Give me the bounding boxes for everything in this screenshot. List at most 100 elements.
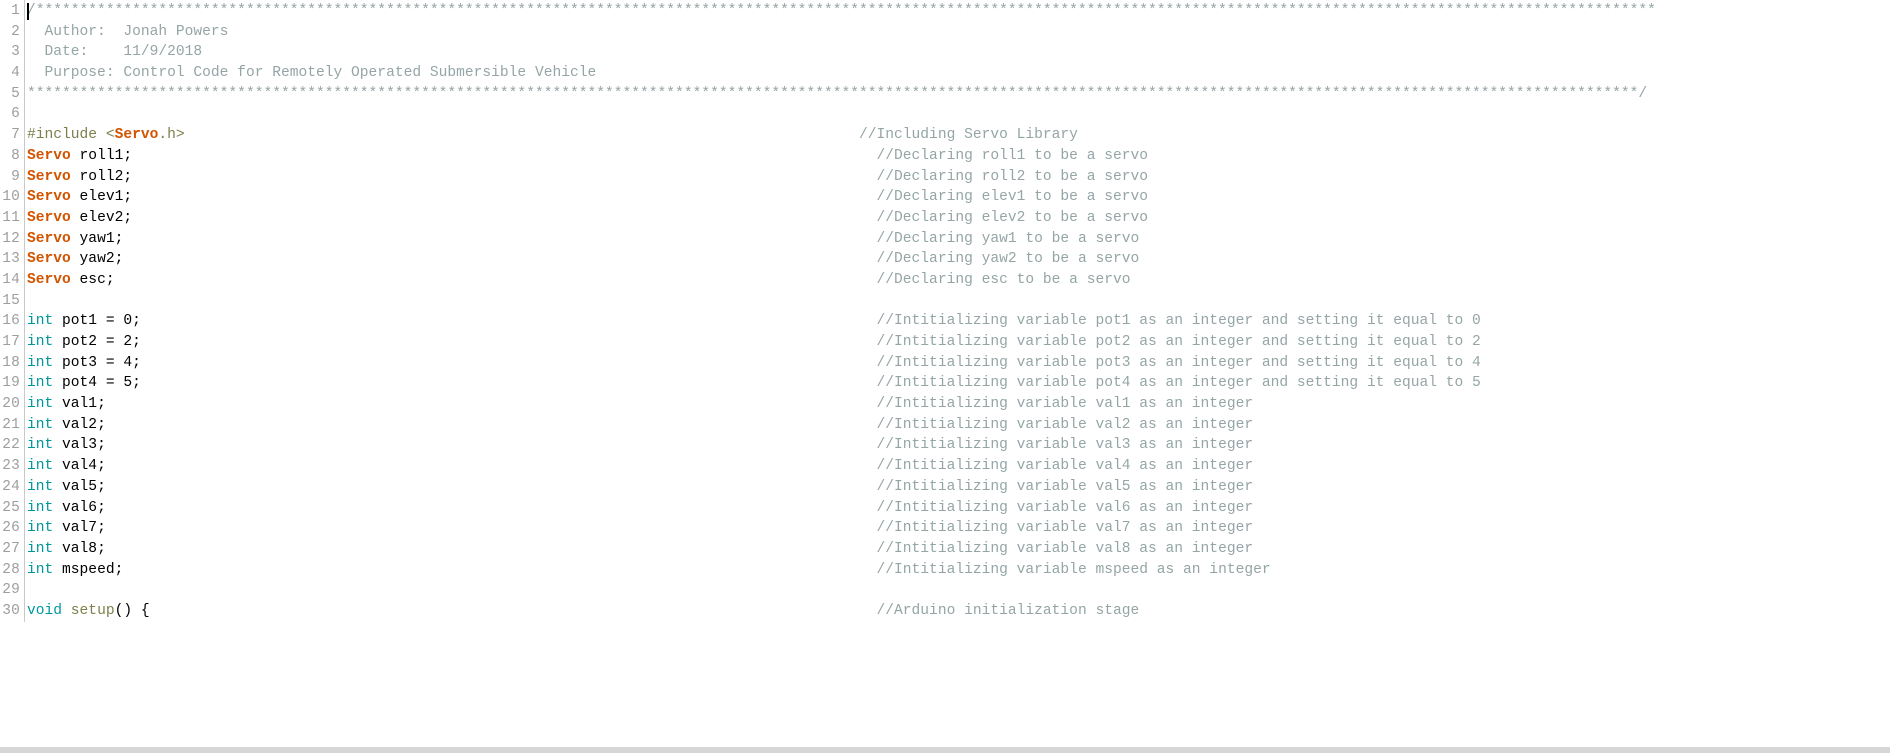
line-number: 27 <box>2 540 20 557</box>
code-line[interactable]: Date: 11/9/2018 <box>27 42 1890 63</box>
code-token-type: Servo <box>27 230 71 247</box>
code-line[interactable]: int pot2 = 2; //Intitializing variable p… <box>27 332 1890 353</box>
comment-column-spacer <box>106 437 877 453</box>
comment-column-spacer <box>106 520 877 536</box>
code-token-type: Servo <box>27 209 71 226</box>
code-line[interactable]: Servo elev1; //Declaring elev1 to be a s… <box>27 187 1890 208</box>
code-token-code-part: () { <box>114 602 150 619</box>
line-number: 25 <box>2 499 20 516</box>
inline-comment: //Intitializing variable val6 as an inte… <box>876 499 1254 516</box>
line-number: 11 <box>2 209 20 226</box>
code-token-kw: int <box>27 540 54 557</box>
code-token-type: Servo <box>27 147 71 164</box>
code-line[interactable]: int val4; //Intitializing variable val4 … <box>27 456 1890 477</box>
code-line[interactable]: Purpose: Control Code for Remotely Opera… <box>27 63 1890 84</box>
code-line[interactable]: Servo yaw2; //Declaring yaw2 to be a ser… <box>27 249 1890 270</box>
code-line[interactable] <box>27 104 1890 125</box>
code-line[interactable]: int val3; //Intitializing variable val3 … <box>27 435 1890 456</box>
code-line[interactable]: int pot1 = 0; //Intitializing variable p… <box>27 311 1890 332</box>
code-token-kw: int <box>27 396 54 413</box>
inline-comment: //Intitializing variable val4 as an inte… <box>876 458 1254 475</box>
code-token-kw: int <box>27 458 54 475</box>
code-line[interactable]: Servo elev2; //Declaring elev2 to be a s… <box>27 208 1890 229</box>
code-line[interactable] <box>27 291 1890 312</box>
code-token-code-part: esc; <box>70 271 115 288</box>
code-token-blockcmt: Purpose: Control Code for Remotely Opera… <box>27 65 597 82</box>
inline-comment: //Intitializing variable val8 as an inte… <box>876 540 1254 557</box>
inline-comment: //Intitializing variable val3 as an inte… <box>876 437 1254 454</box>
code-token-code-part: roll1; <box>70 147 133 164</box>
inline-comment: //Intitializing variable pot4 as an inte… <box>876 375 1481 392</box>
line-number: 5 <box>11 85 20 102</box>
line-number: 22 <box>2 437 20 454</box>
code-token-code-part: pot2 = 2; <box>53 334 141 350</box>
comment-column-spacer <box>132 148 876 164</box>
code-token-type: Servo <box>27 271 71 288</box>
code-line[interactable] <box>27 580 1890 601</box>
comment-column-spacer <box>185 127 859 143</box>
code-token-code-part: val5; <box>53 478 106 495</box>
code-line[interactable]: int val7; //Intitializing variable val7 … <box>27 518 1890 539</box>
code-line[interactable]: int val6; //Intitializing variable val6 … <box>27 498 1890 519</box>
inline-comment: //Intitializing variable val2 as an inte… <box>876 416 1254 433</box>
code-line[interactable]: int pot4 = 5; //Intitializing variable p… <box>27 373 1890 394</box>
code-token-code-part: val7; <box>53 520 106 537</box>
inline-comment: //Intitializing variable mspeed as an in… <box>876 561 1271 578</box>
line-number: 7 <box>11 127 20 144</box>
inline-comment: //Declaring roll1 to be a servo <box>876 147 1149 164</box>
code-line[interactable]: Servo yaw1; //Declaring yaw1 to be a ser… <box>27 229 1890 250</box>
line-number: 23 <box>2 458 20 475</box>
code-line[interactable]: Servo roll2; //Declaring roll2 to be a s… <box>27 167 1890 188</box>
line-number: 21 <box>2 416 20 433</box>
code-line[interactable]: int mspeed; //Intitializing variable msp… <box>27 560 1890 581</box>
code-line[interactable]: Servo esc; //Declaring esc to be a servo <box>27 270 1890 291</box>
code-content-area[interactable]: /***************************************… <box>25 0 1890 622</box>
code-token-fn: setup <box>70 602 115 619</box>
line-number: 4 <box>11 65 20 82</box>
inline-comment: //Intitializing variable val7 as an inte… <box>876 520 1254 537</box>
code-line[interactable]: Servo roll1; //Declaring roll1 to be a s… <box>27 146 1890 167</box>
inline-comment: //Intitializing variable pot3 as an inte… <box>876 354 1481 371</box>
code-line[interactable]: int val5; //Intitializing variable val5 … <box>27 477 1890 498</box>
code-token-kw: int <box>27 375 54 392</box>
code-line[interactable]: /***************************************… <box>27 1 1890 22</box>
code-line[interactable]: int val1; //Intitializing variable val1 … <box>27 394 1890 415</box>
comment-column-spacer <box>106 396 877 412</box>
comment-column-spacer <box>106 458 877 474</box>
inline-comment: //Intitializing variable pot1 as an inte… <box>876 313 1481 330</box>
line-number: 1 <box>11 3 20 19</box>
code-token-kw: void <box>27 602 63 619</box>
line-number: 8 <box>11 147 20 164</box>
code-editor[interactable]: 1 2 3 4 5 6 7 8 9 10 11 12 13 14 15 16 17 18 19 20 21 22 23 24 2… <box>0 0 1890 753</box>
code-token-code-part <box>62 603 71 619</box>
line-number: 18 <box>2 354 20 371</box>
code-token-type: Servo <box>27 189 71 206</box>
code-token-code-part: pot3 = 4; <box>53 354 141 371</box>
code-token-kw: int <box>27 354 54 371</box>
code-token-code-part: elev2; <box>70 209 133 226</box>
line-number: 6 <box>11 106 20 123</box>
comment-column-spacer <box>132 169 876 185</box>
code-line[interactable]: int val2; //Intitializing variable val2 … <box>27 415 1890 436</box>
code-token-blockcmt: Date: 11/9/2018 <box>27 44 203 61</box>
line-number: 28 <box>2 561 20 578</box>
code-line[interactable]: void setup() { //Arduino initialization … <box>27 601 1890 622</box>
code-line[interactable]: ****************************************… <box>27 84 1890 105</box>
code-line[interactable]: #include <Servo.h> //Including Servo Lib… <box>27 125 1890 146</box>
text-caret <box>27 3 29 20</box>
comment-column-spacer <box>132 210 876 226</box>
line-number: 16 <box>2 313 20 330</box>
comment-column-spacer <box>132 189 876 205</box>
inline-comment: //Intitializing variable pot2 as an inte… <box>876 334 1481 350</box>
line-number: 15 <box>2 292 20 309</box>
code-token-code-part: val4; <box>53 458 106 475</box>
code-line[interactable]: int pot3 = 4; //Intitializing variable p… <box>27 353 1890 374</box>
code-token-type: Servo <box>27 168 71 185</box>
code-token-kw: int <box>27 334 54 350</box>
code-line[interactable]: int val8; //Intitializing variable val8 … <box>27 539 1890 560</box>
code-token-code-part: val8; <box>53 540 106 557</box>
code-line[interactable]: Author: Jonah Powers <box>27 22 1890 43</box>
code-token-code-part: val6; <box>53 499 106 516</box>
editor-bottom-strip <box>0 747 1890 753</box>
line-number: 12 <box>2 230 20 247</box>
